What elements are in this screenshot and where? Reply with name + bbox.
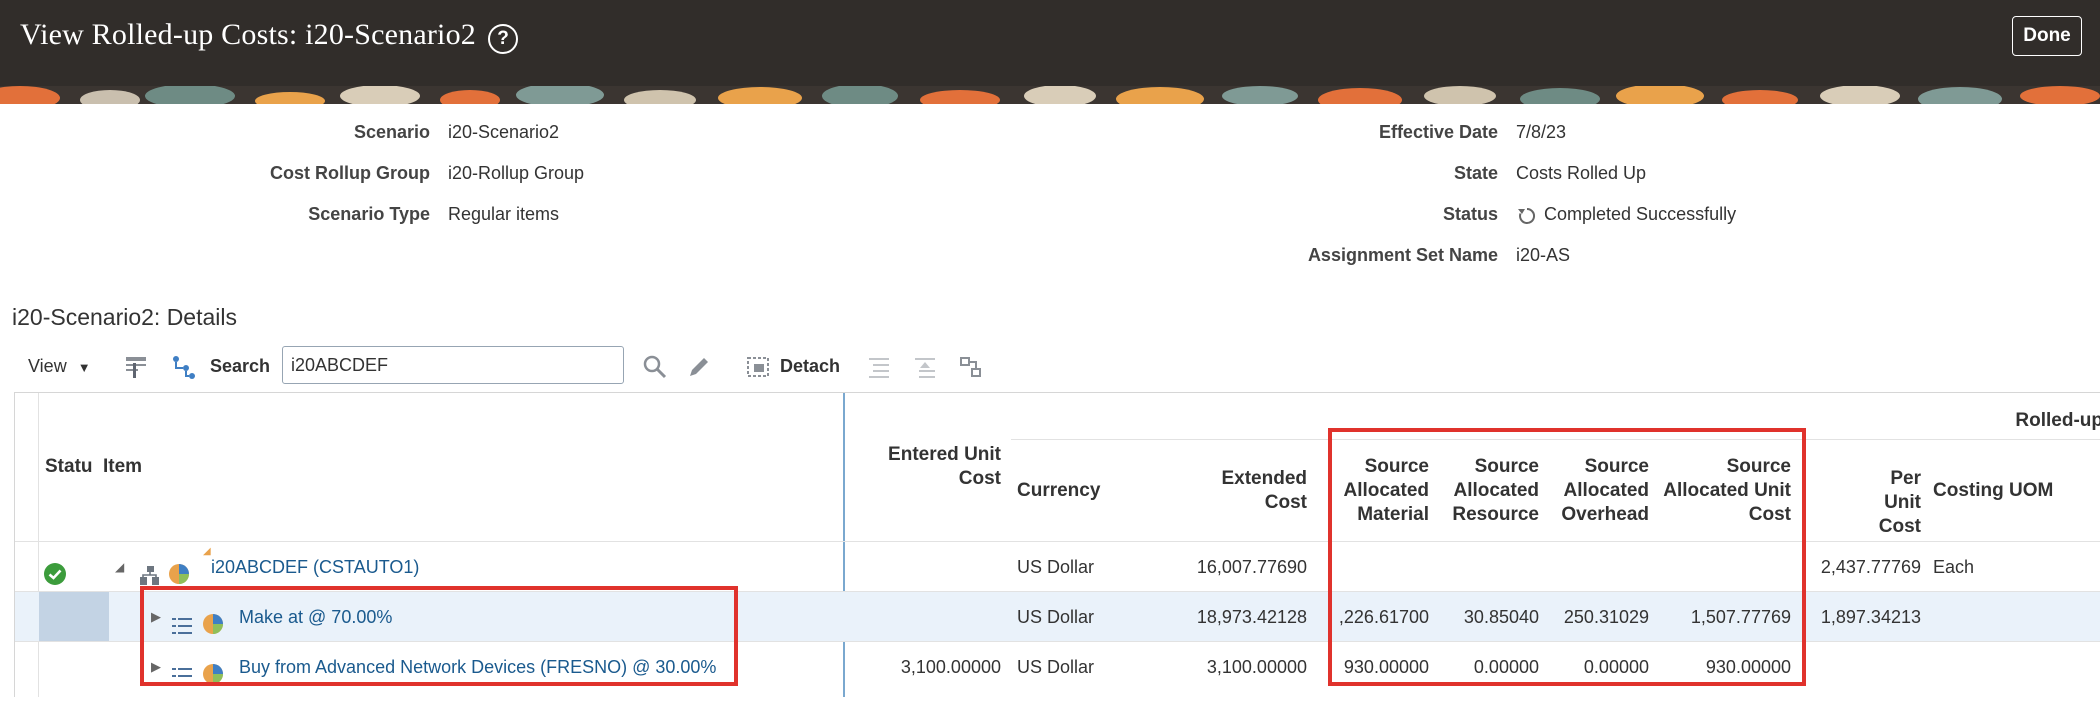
table-row[interactable]: ▶ Buy from Advanced Network Devices (FRE… [15, 641, 2100, 692]
extended-cost-cell: 18,973.42128 [1196, 607, 1307, 627]
cost-pie-icon [167, 555, 191, 584]
source-material-cell: ,226.61700 [1338, 607, 1429, 627]
entered-unit-cost-cell [851, 592, 1001, 642]
flag-icon: ◢ [203, 546, 211, 557]
source-allocated-material-column-header[interactable]: Source Allocated Material [1331, 455, 1429, 527]
scenario-type-value: Regular items [448, 204, 560, 224]
item-link[interactable]: i20ABCDEF (CSTAUTO1) [211, 542, 419, 592]
hierarchy-icon[interactable] [170, 352, 196, 396]
source-resource-cell: 0.00000 [1473, 657, 1539, 677]
caret-down-icon: ▼ [77, 360, 91, 375]
currency-cell: US Dollar [1017, 557, 1095, 577]
scroll-to-first-icon[interactable] [958, 352, 984, 396]
status-column-header[interactable]: Statu [45, 455, 93, 479]
expand-triangle-icon[interactable]: ▶ [151, 642, 161, 692]
rolled-up-costs-table: Rolled-up Statu Item Entered Unit Cost C… [14, 392, 2100, 697]
scenario-value: i20-Scenario2 [448, 122, 560, 142]
item-column-header[interactable]: Item [103, 455, 142, 479]
per-unit-cost-cell: 1,897.34213 [1820, 607, 1921, 627]
rolled-up-group-header: Rolled-up [2015, 410, 2100, 431]
page-title: View Rolled-up Costs: i20-Scenario2 [20, 18, 476, 51]
source-allocated-resource-column-header[interactable]: Source Allocated Resource [1437, 455, 1539, 527]
entered-unit-cost-cell [851, 542, 1001, 592]
source-allocated-overhead-column-header[interactable]: Source Allocated Overhead [1545, 455, 1649, 527]
collapse-triangle-icon[interactable]: ◢ [115, 542, 124, 592]
table-row[interactable]: ▶ Make at @ 70.00% US Dollar 18,973.4212… [15, 591, 2100, 642]
per-unit-cost-cell [1795, 642, 1921, 692]
search-input[interactable] [282, 346, 624, 384]
source-unit-cost-cell: 1,507.77769 [1690, 607, 1791, 627]
detach-button[interactable]: Detach [780, 344, 840, 388]
refresh-icon [1516, 205, 1538, 232]
page-header: View Rolled-up Costs: i20-Scenario2 ? Do… [0, 0, 2100, 86]
expand-triangle-icon[interactable]: ▶ [151, 592, 161, 642]
effective-date-label: Effective Date [1378, 122, 1498, 142]
assignment-set-label: Assignment Set Name [1307, 245, 1498, 265]
source-material-cell [1325, 542, 1429, 592]
source-overhead-cell [1545, 542, 1649, 592]
scenario-label: Scenario [353, 122, 430, 142]
extended-cost-cell: 3,100.00000 [1206, 657, 1307, 677]
scenario-type-label: Scenario Type [308, 204, 430, 224]
status-value: Completed Successfully [1544, 204, 1737, 224]
source-rule-icon [171, 606, 195, 634]
entered-unit-cost-column-header[interactable]: Entered Unit Cost [867, 443, 1001, 491]
effective-date-value: 7/8/23 [1516, 122, 1567, 142]
per-unit-cost-column-header[interactable]: Per Unit Cost [1855, 467, 1921, 539]
currency-column-header[interactable]: Currency [1017, 479, 1100, 503]
edit-icon[interactable] [686, 352, 712, 396]
expand-all-icon[interactable] [912, 352, 938, 396]
cost-pie-icon [201, 605, 225, 634]
success-check-icon [43, 555, 67, 585]
help-icon[interactable]: ? [488, 24, 518, 54]
item-link[interactable]: Make at @ 70.00% [239, 592, 392, 642]
state-value: Costs Rolled Up [1516, 163, 1647, 183]
done-button[interactable]: Done [2012, 16, 2082, 56]
cost-rollup-group-label: Cost Rollup Group [270, 163, 430, 183]
search-label: Search [210, 356, 271, 376]
search-icon[interactable] [642, 352, 668, 396]
assignment-set-value: i20-AS [1516, 245, 1571, 265]
status-label: Status [1442, 204, 1498, 224]
source-overhead-cell: 250.31029 [1563, 607, 1649, 627]
currency-cell: US Dollar [1017, 657, 1095, 677]
source-material-cell: 930.00000 [1343, 657, 1429, 677]
cost-rollup-group-value: i20-Rollup Group [448, 163, 585, 183]
cost-pie-icon [201, 655, 225, 684]
structure-icon [139, 556, 161, 585]
source-overhead-cell: 0.00000 [1583, 657, 1649, 677]
source-unit-cost-cell: 930.00000 [1705, 657, 1791, 677]
source-rule-icon [171, 656, 195, 684]
source-unit-cost-cell [1657, 542, 1791, 592]
view-menu-label: View [28, 356, 67, 376]
source-allocated-unit-cost-column-header[interactable]: Source Allocated Unit Cost [1657, 455, 1791, 527]
extended-cost-cell: 16,007.77690 [1196, 557, 1307, 577]
costing-uom-column-header[interactable]: Costing UOM [1933, 479, 2053, 503]
currency-cell: US Dollar [1017, 607, 1095, 627]
decorative-banner [0, 86, 2100, 104]
table-row[interactable]: ◢ ◢ i20ABCDEF (CSTAUTO1) US Dollar 16,00… [15, 541, 2100, 592]
detach-icon[interactable] [746, 352, 772, 396]
collapse-all-icon[interactable] [866, 352, 892, 396]
group-header-divider [1011, 439, 2100, 440]
source-resource-cell: 30.85040 [1463, 607, 1539, 627]
details-title: i20-Scenario2: Details [12, 304, 238, 330]
costing-uom-cell: Each [1933, 557, 1975, 577]
entered-unit-cost-cell: 3,100.00000 [900, 657, 1001, 677]
format-icon[interactable] [124, 352, 150, 396]
extended-cost-column-header[interactable]: Extended Cost [1195, 467, 1307, 515]
row-selector[interactable] [39, 592, 109, 642]
item-link[interactable]: Buy from Advanced Network Devices (FRESN… [239, 642, 716, 692]
per-unit-cost-cell: 2,437.77769 [1820, 557, 1921, 577]
state-label: State [1453, 163, 1498, 183]
view-menu[interactable]: View ▼ [28, 344, 91, 388]
source-resource-cell [1437, 542, 1539, 592]
